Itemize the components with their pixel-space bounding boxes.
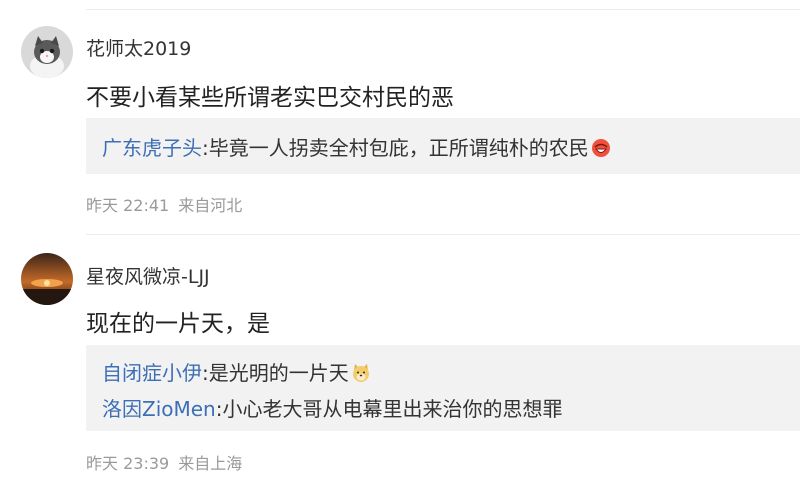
user-avatar[interactable] [21, 26, 73, 78]
reply-text: 是光明的一片天 [208, 361, 349, 385]
comment-meta: 昨天 22:41 来自河北 [86, 192, 246, 216]
reply-text: 毕竟一人拐卖全村包庇，正所谓纯朴的农民 [208, 136, 589, 160]
reply-separator: : [202, 136, 209, 160]
comment-location: 来自河北 [178, 196, 243, 215]
comment-location: 来自上海 [178, 454, 243, 473]
reply-username[interactable]: 自闭症小伊 [102, 361, 202, 385]
reply-box: 广东虎子头:毕竟一人拐卖全村包庇，正所谓纯朴的农民 [86, 118, 800, 174]
laughing-face-emoji-icon [591, 139, 610, 157]
user-avatar[interactable] [21, 253, 73, 305]
comment-meta: 昨天 23:39 来自上海 [86, 450, 246, 474]
sunset-avatar-icon [21, 253, 73, 305]
username[interactable]: 花师太2019 [86, 34, 191, 61]
comment-text: 现在的一片天，是 [86, 311, 270, 337]
cat-avatar-icon [21, 26, 73, 78]
reply-box: 自闭症小伊:是光明的一片天 洛因ZioMen:小心老大哥从电幕里出来治你的思想罪 [86, 345, 800, 431]
reply-username[interactable]: 洛因ZioMen [102, 397, 216, 421]
comment-text: 不要小看某些所谓老实巴交村民的恶 [86, 85, 454, 111]
doge-emoji-icon [352, 364, 369, 382]
comment-time: 昨天 23:39 [86, 454, 170, 473]
top-divider [86, 9, 800, 10]
reply-item: 洛因ZioMen:小心老大哥从电幕里出来治你的思想罪 [102, 393, 562, 422]
reply-item: 自闭症小伊:是光明的一片天 [102, 357, 371, 386]
reply-username[interactable]: 广东虎子头 [102, 136, 202, 160]
reply-text: 小心老大哥从电幕里出来治你的思想罪 [222, 397, 563, 421]
comment-divider [86, 234, 800, 235]
reply-item: 广东虎子头:毕竟一人拐卖全村包庇，正所谓纯朴的农民 [102, 132, 611, 161]
username[interactable]: 星夜风微凉-LJJ [86, 262, 210, 289]
comment-time: 昨天 22:41 [86, 196, 170, 215]
reply-separator: : [202, 361, 209, 385]
